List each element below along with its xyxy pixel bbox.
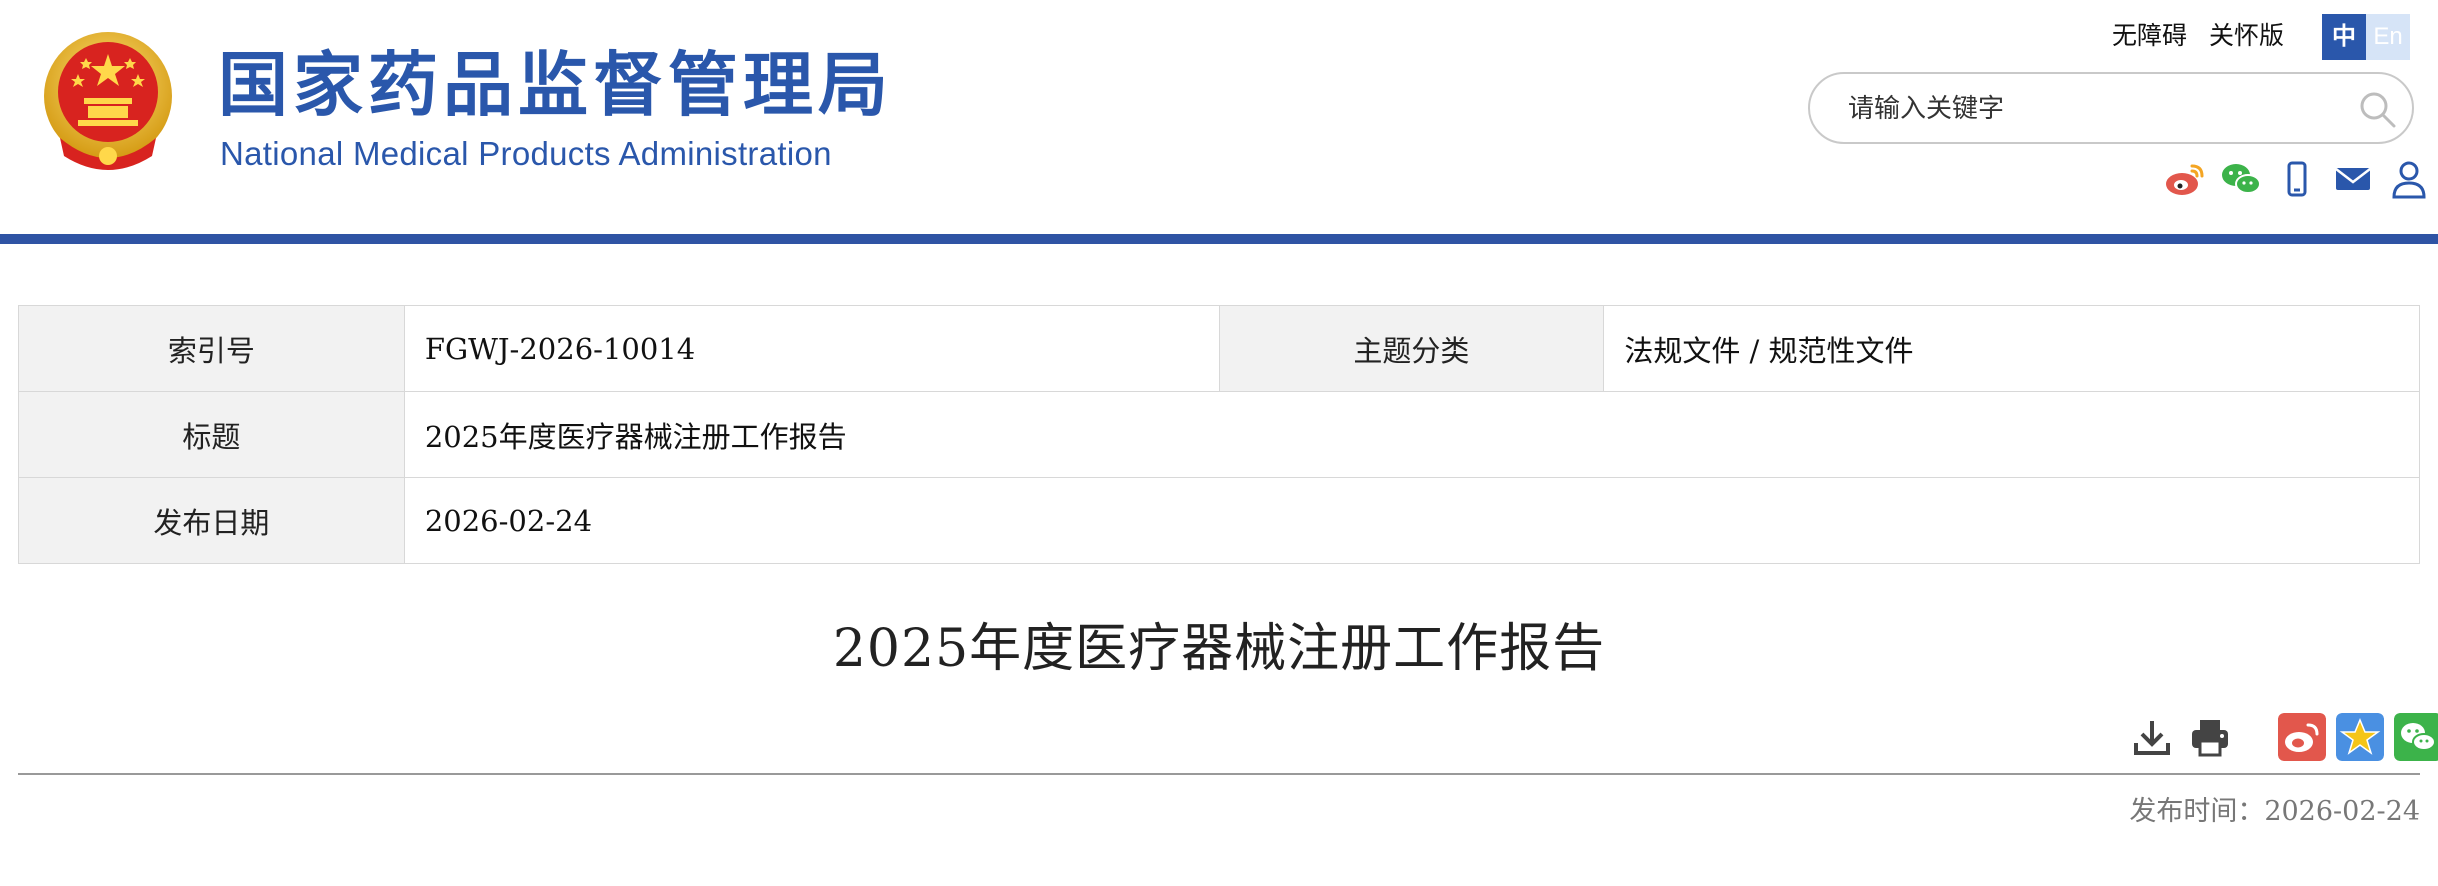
table-row: 标题 2025年度医疗器械注册工作报告 [18,391,2421,478]
elderly-mode-link[interactable]: 关怀版 [2209,18,2284,54]
table-row: 发布日期 2026-02-24 [18,477,2421,564]
article-tools [2128,713,2438,761]
user-icon[interactable] [2386,156,2432,202]
top-links: 无障碍 关怀版 [2112,18,2284,54]
lang-cn-button[interactable]: 中 [2322,14,2366,60]
topic-value: 法规文件 / 规范性文件 [1603,305,2420,392]
mobile-icon[interactable] [2274,156,2320,202]
header-divider-bar [0,234,2438,244]
publish-time-value: 2026-02-24 [2264,796,2420,827]
share-weibo-icon[interactable] [2278,713,2326,761]
publish-time-label: 发布时间： [2129,796,2265,827]
mail-icon[interactable] [2330,156,2376,202]
publish-time: 发布时间：2026-02-24 [2129,792,2420,832]
search-input[interactable] [1846,86,2340,132]
title-value: 2025年度医疗器械注册工作报告 [403,391,2421,478]
title-label: 标题 [18,391,405,478]
download-icon[interactable] [2128,713,2176,761]
language-switch: 中 En [2322,14,2410,60]
date-label: 发布日期 [18,477,405,564]
date-value: 2026-02-24 [403,477,2421,564]
site-title-cn[interactable]: 国家药品监督管理局 [218,40,893,130]
article-title: 2025年度医疗器械注册工作报告 [832,619,1606,679]
accessibility-link[interactable]: 无障碍 [2112,18,2187,54]
site-header: 国家药品监督管理局 National Medical Products Admi… [0,0,2438,234]
print-icon[interactable] [2186,713,2234,761]
search-icon[interactable] [2356,88,2398,130]
table-row: 索引号 FGWJ-2026-10014 主题分类 法规文件 / 规范性文件 [18,305,2420,392]
index-value: FGWJ-2026-10014 [403,305,1220,392]
weibo-icon[interactable] [2162,156,2208,202]
index-label: 索引号 [18,305,405,392]
lang-en-button[interactable]: En [2366,14,2410,60]
topic-label: 主题分类 [1218,305,1605,392]
article-divider [18,773,2420,775]
document-meta-table: 索引号 FGWJ-2026-10014 主题分类 法规文件 / 规范性文件 标题… [18,305,2421,564]
site-title-en[interactable]: National Medical Products Administration [220,134,832,174]
search-box [1808,72,2414,144]
social-links [2162,156,2432,202]
favorite-star-icon[interactable] [2336,713,2384,761]
national-emblem-icon[interactable] [40,28,176,176]
wechat-icon[interactable] [2218,156,2264,202]
share-wechat-icon[interactable] [2394,713,2438,761]
